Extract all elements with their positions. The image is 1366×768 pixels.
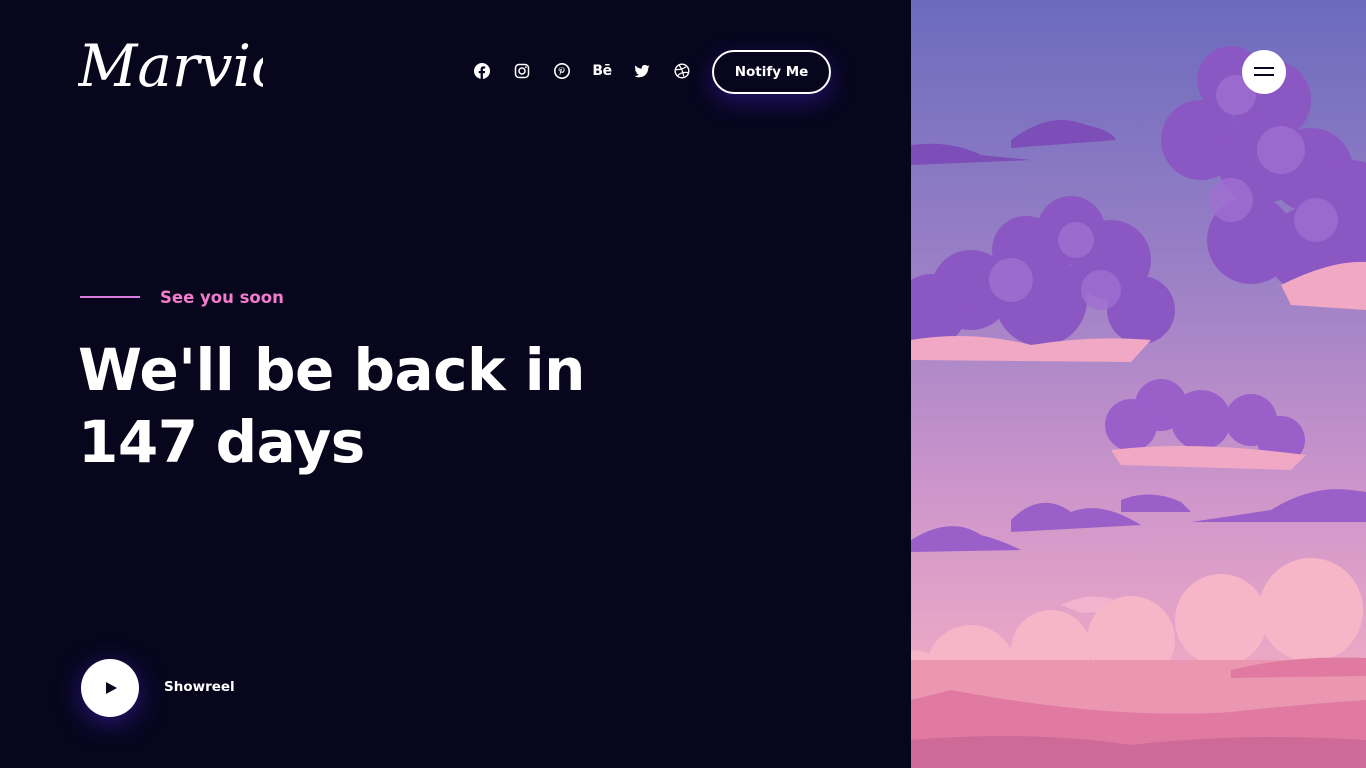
headline: We'll be back in 147 days [78,334,638,478]
showreel-label[interactable]: Showreel [164,679,235,695]
instagram-link[interactable] [502,58,542,84]
dribbble-link[interactable] [662,58,702,84]
play-icon [106,682,117,694]
behance-icon: Bē [592,63,612,79]
logo-text: Marvio [78,32,263,100]
dribbble-icon [674,63,690,79]
marvio-logo[interactable]: Marvio [78,28,263,120]
days-word: days [215,408,366,476]
social-links: Bē [462,58,702,84]
instagram-icon [514,63,530,79]
eyebrow: See you soon [80,285,284,309]
facebook-link[interactable] [462,58,502,84]
pinterest-icon [554,63,570,79]
twitter-icon [634,64,650,78]
facebook-icon [474,63,490,79]
sky-illustration [911,0,1366,768]
twitter-link[interactable] [622,58,662,84]
eyebrow-text: See you soon [160,287,284,307]
hamburger-menu-icon [1254,67,1274,76]
cloud-sky-image [911,0,1366,768]
eyebrow-line [80,296,140,298]
pinterest-link[interactable] [542,58,582,84]
showreel-play-button[interactable] [81,659,139,717]
hamburger-menu-button[interactable] [1242,50,1286,94]
behance-link[interactable]: Bē [582,58,622,84]
notify-me-button[interactable]: Notify Me [712,50,831,94]
days-count: 147 [78,408,198,476]
headline-line1: We'll be back in [78,336,585,404]
left-panel: Marvio Bē [0,0,911,768]
